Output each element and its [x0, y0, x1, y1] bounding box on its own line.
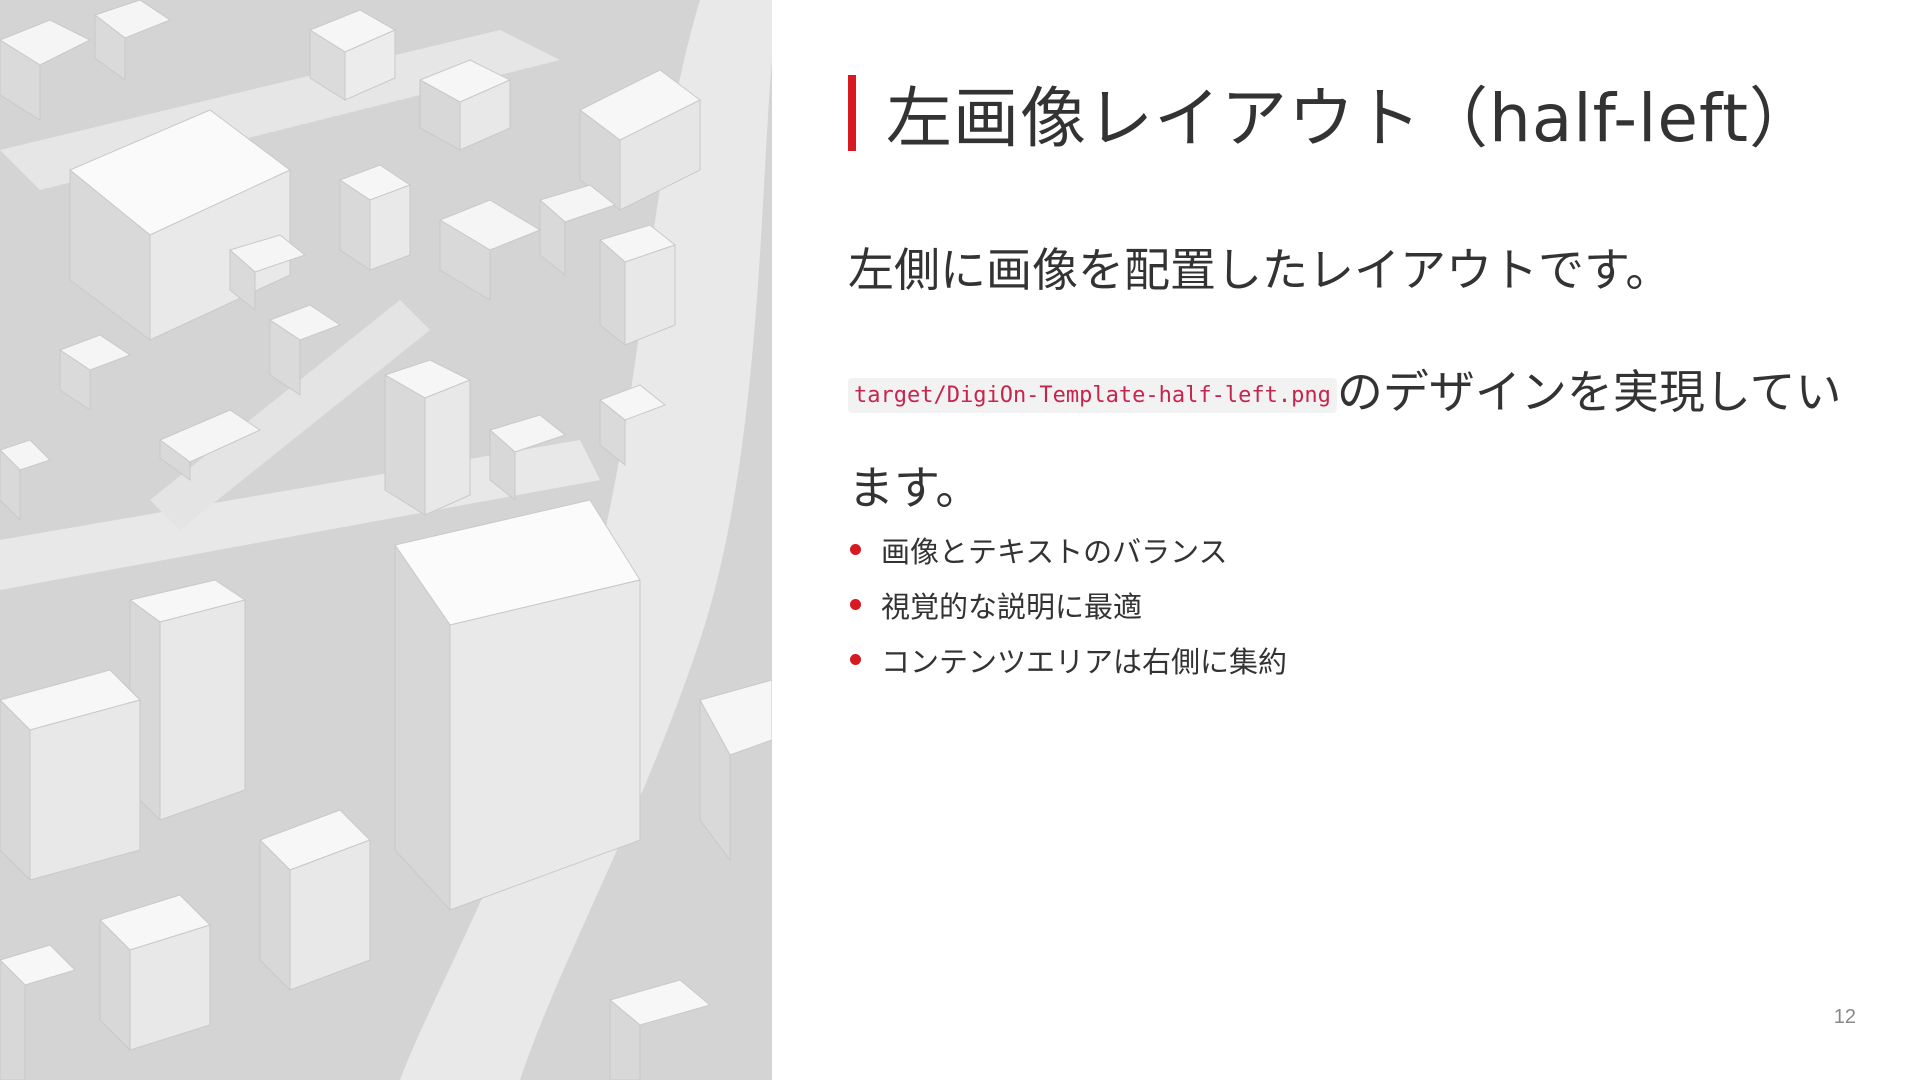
bullet-dot-icon — [850, 654, 861, 665]
lead-text: 左側に画像を配置したレイアウトです。 — [848, 243, 1672, 297]
list-item-text: 画像とテキストのバランス — [881, 534, 1228, 569]
slide: 左画像レイアウト（half-left） 左側に画像を配置したレイアウトです。 t… — [0, 0, 1920, 1080]
file-path-code: target/DigiOn-Template-half-left.png — [848, 378, 1337, 413]
bullet-dot-icon — [850, 599, 861, 610]
list-item: コンテンツエリアは右側に集約 — [848, 632, 1287, 687]
title-accent-bar — [848, 75, 856, 151]
city-3d-model-image — [0, 0, 772, 1080]
list-item-text: コンテンツエリアは右側に集約 — [881, 644, 1288, 679]
list-item: 画像とテキストのバランス — [848, 522, 1287, 577]
bullet-dot-icon — [850, 544, 861, 555]
content-area: 左画像レイアウト（half-left） 左側に画像を配置したレイアウトです。 t… — [848, 0, 1858, 1080]
title-block: 左画像レイアウト（half-left） — [848, 74, 1816, 157]
page-number: 12 — [1833, 1006, 1856, 1028]
description: target/DigiOn-Template-half-left.png のデザイ… — [848, 346, 1848, 534]
list-item-text: 視覚的な説明に最適 — [881, 589, 1143, 624]
list-item: 視覚的な説明に最適 — [848, 577, 1287, 632]
page-title: 左画像レイアウト（half-left） — [886, 80, 1816, 157]
bullet-list: 画像とテキストのバランス 視覚的な説明に最適 コンテンツエリアは右側に集約 — [848, 522, 1287, 687]
